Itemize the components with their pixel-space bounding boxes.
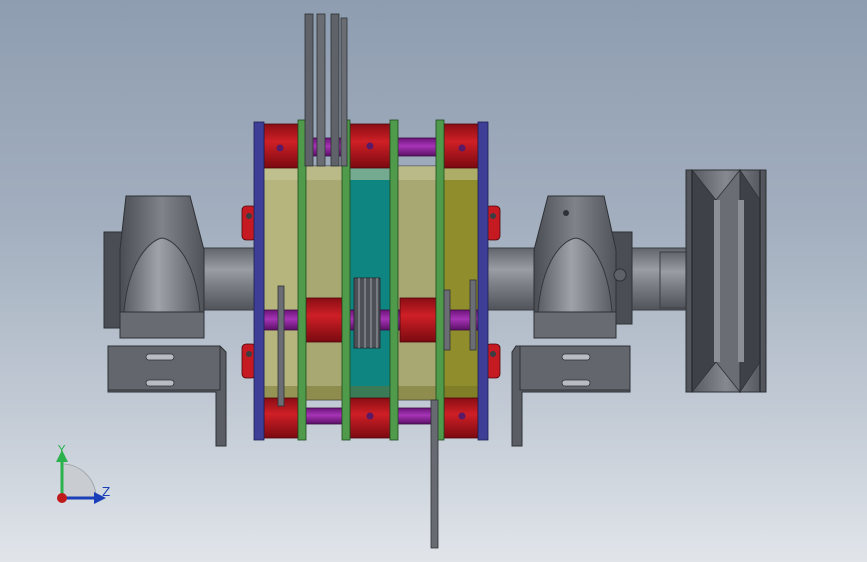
x-axis-dot-icon: [57, 493, 67, 503]
cad-viewport[interactable]: Y Z: [0, 0, 867, 562]
center-comb[interactable]: [353, 277, 381, 349]
y-axis-label: Y: [57, 443, 66, 457]
triad-plane: [61, 463, 97, 499]
assembly-model[interactable]: [0, 0, 867, 562]
bottom-discharge-rod[interactable]: [430, 399, 439, 549]
orientation-triad[interactable]: Y Z: [40, 430, 130, 520]
v-belt-pulley[interactable]: [685, 168, 767, 394]
right-mounting-foot[interactable]: [511, 345, 631, 447]
z-axis-label: Z: [102, 485, 110, 499]
right-bearing-housing[interactable]: [533, 195, 633, 339]
left-bearing-housing[interactable]: [103, 195, 205, 339]
